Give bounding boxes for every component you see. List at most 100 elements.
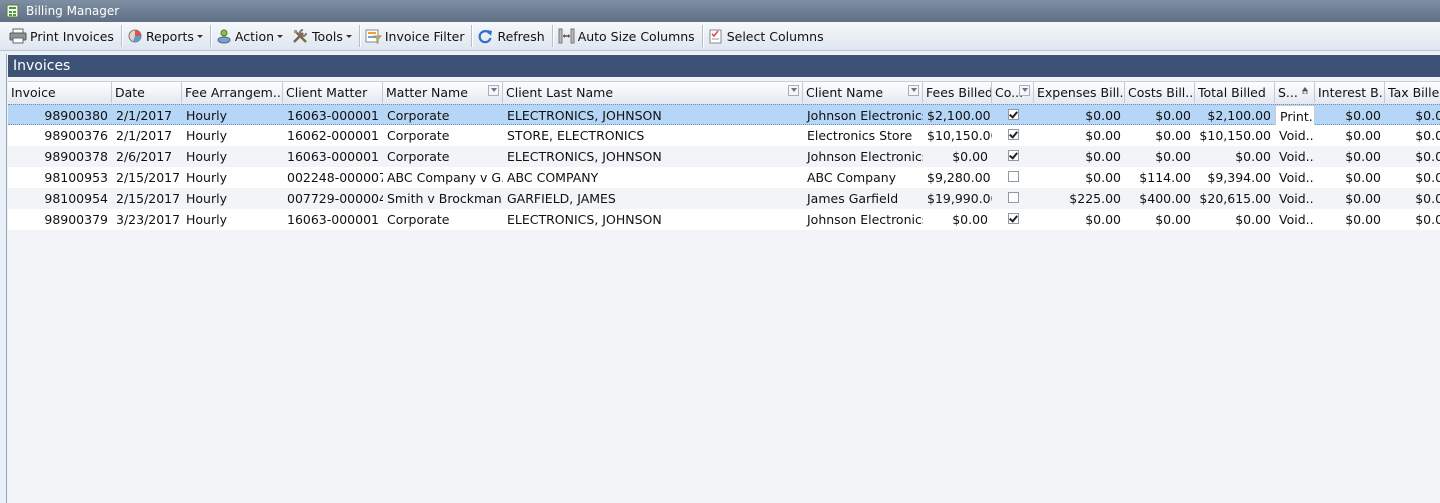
select-columns-label: Select Columns <box>726 28 824 44</box>
expenses-billed-cell: $0.00 <box>1085 108 1121 123</box>
chart-icon <box>128 29 142 43</box>
chevron-down-icon <box>345 34 352 38</box>
action-button[interactable]: Action <box>213 24 289 48</box>
select-columns-button[interactable]: Select Columns <box>705 24 830 48</box>
title-bar[interactable]: Billing Manager <box>0 0 1440 22</box>
client-last-name-cell: ELECTRONICS, JOHNSON <box>507 149 662 164</box>
table-row[interactable]: 98900376 2/1/2017 Hourly 16062-000001 Corpor… <box>8 125 1440 146</box>
status-cell: Print... <box>1275 105 1315 126</box>
column-filter-icon[interactable] <box>788 85 799 96</box>
date-cell: 2/15/2017 <box>116 170 181 185</box>
print-invoices-label: Print Invoices <box>30 28 114 44</box>
complete-checkbox[interactable] <box>1008 171 1019 182</box>
fees-billed-cell: $9,280.00 <box>927 170 991 185</box>
column-header-client-name-label: Client Name <box>806 85 884 100</box>
column-filter-icon[interactable] <box>1019 85 1030 96</box>
complete-checkbox[interactable] <box>1008 129 1019 140</box>
auto-size-columns-label: Auto Size Columns <box>577 28 695 44</box>
date-cell: 2/15/2017 <box>116 191 181 206</box>
costs-billed-cell: $0.00 <box>1155 149 1191 164</box>
refresh-button[interactable]: Refresh <box>474 24 550 48</box>
column-header-invoice[interactable]: Invoice <box>8 82 112 103</box>
tax-billed-cell: $0.00 <box>1415 191 1440 206</box>
column-header-fee-arrangement[interactable]: Fee Arrangem... <box>182 82 283 103</box>
table-row[interactable]: 98900380 2/1/2017 Hourly 16063-000001 Corpor… <box>8 104 1440 126</box>
column-header-tax-billed[interactable]: Tax Billed <box>1385 82 1440 103</box>
printer-icon <box>9 28 27 44</box>
column-header-expenses-billed[interactable]: Expenses Bill... <box>1034 82 1125 103</box>
costs-billed-cell: $400.00 <box>1139 191 1191 206</box>
column-header-status-label: S... <box>1278 85 1298 100</box>
column-header-client-last-name-label: Client Last Name <box>506 85 614 100</box>
invoice-filter-button[interactable]: Invoice Filter <box>362 24 471 48</box>
table-row[interactable]: 98900379 3/23/2017 Hourly 16063-000001 Corpo… <box>8 209 1440 230</box>
tax-billed-cell: $0.00 <box>1415 170 1440 185</box>
chevron-down-icon <box>196 34 203 38</box>
auto-size-columns-button[interactable]: Auto Size Columns <box>555 24 701 48</box>
fees-billed-cell: $10,150.00 <box>927 128 992 143</box>
column-header-complete[interactable]: Co... <box>992 82 1034 103</box>
tools-button[interactable]: Tools <box>289 24 358 48</box>
invoice-cell: 98900378 <box>44 149 108 164</box>
fees-billed-cell: $0.00 <box>952 212 988 227</box>
reports-button[interactable]: Reports <box>124 24 209 48</box>
column-header-status[interactable]: S... <box>1275 82 1315 103</box>
client-last-name-cell: ELECTRONICS, JOHNSON <box>507 108 662 123</box>
column-header-client-last-name[interactable]: Client Last Name <box>503 82 803 103</box>
client-matter-cell: 16063-000001 <box>287 149 379 164</box>
client-name-cell: Johnson Electronics <box>807 149 923 164</box>
column-header-date[interactable]: Date <box>112 82 182 103</box>
column-header-matter-name-label: Matter Name <box>386 85 468 100</box>
chevron-down-icon <box>277 34 284 38</box>
date-cell: 3/23/2017 <box>116 212 181 227</box>
expenses-billed-cell: $225.00 <box>1069 191 1121 206</box>
interest-billed-cell: $0.00 <box>1345 212 1381 227</box>
status-cell: Void... <box>1279 128 1315 143</box>
column-header-costs-billed[interactable]: Costs Bill... <box>1125 82 1195 103</box>
table-row[interactable]: 98100953 2/15/2017 Hourly 002248-000007 ABC … <box>8 167 1440 188</box>
matter-name-cell: Corporate <box>387 108 450 123</box>
table-row[interactable]: 98900378 2/6/2017 Hourly 16063-000001 Corpor… <box>8 146 1440 167</box>
toolbar-separator <box>358 25 361 47</box>
matter-name-cell: Corporate <box>387 212 450 227</box>
client-matter-cell: 16063-000001 <box>287 108 379 123</box>
column-header-total-billed[interactable]: Total Billed <box>1195 82 1275 103</box>
toolbar-separator <box>551 25 554 47</box>
date-cell: 2/1/2017 <box>116 108 173 123</box>
column-header-interest-billed[interactable]: Interest B... <box>1315 82 1385 103</box>
total-billed-cell: $2,100.00 <box>1207 108 1271 123</box>
complete-checkbox[interactable] <box>1008 109 1019 120</box>
complete-checkbox[interactable] <box>1008 213 1019 224</box>
table-row[interactable]: 98100954 2/15/2017 Hourly 007729-000004 Smit… <box>8 188 1440 209</box>
column-header-fees-billed[interactable]: Fees Billed <box>923 82 992 103</box>
column-header-client-matter[interactable]: Client Matter <box>283 82 383 103</box>
fee-arrangement-cell: Hourly <box>186 128 227 143</box>
interest-billed-cell: $0.00 <box>1345 191 1381 206</box>
matter-name-cell: Corporate <box>387 128 450 143</box>
client-matter-cell: 16062-000001 <box>287 128 379 143</box>
column-filter-icon[interactable] <box>908 85 919 96</box>
expenses-billed-cell: $0.00 <box>1085 149 1121 164</box>
column-header-matter-name[interactable]: Matter Name <box>383 82 503 103</box>
client-matter-cell: 16063-000001 <box>287 212 379 227</box>
refresh-icon <box>479 30 493 44</box>
fee-arrangement-cell: Hourly <box>186 212 227 227</box>
client-last-name-cell: STORE, ELECTRONICS <box>507 128 645 143</box>
print-invoices-button[interactable]: Print Invoices <box>6 24 120 48</box>
status-cell: Void... <box>1279 191 1315 206</box>
invoice-cell: 98900380 <box>44 108 108 123</box>
costs-billed-cell: $0.00 <box>1155 128 1191 143</box>
column-filter-icon[interactable] <box>488 85 499 96</box>
column-header-client-name[interactable]: Client Name <box>803 82 923 103</box>
client-matter-cell: 002248-000007 <box>287 170 383 185</box>
client-last-name-cell: ABC COMPANY <box>507 170 599 185</box>
date-cell: 2/6/2017 <box>116 149 173 164</box>
interest-billed-cell: $0.00 <box>1345 149 1381 164</box>
complete-checkbox[interactable] <box>1008 150 1019 161</box>
expenses-billed-cell: $0.00 <box>1085 212 1121 227</box>
complete-checkbox[interactable] <box>1008 192 1019 203</box>
invoice-cell: 98100954 <box>44 191 108 206</box>
total-billed-cell: $0.00 <box>1235 212 1271 227</box>
toolbar-separator <box>120 25 123 47</box>
interest-billed-cell: $0.00 <box>1345 108 1381 123</box>
